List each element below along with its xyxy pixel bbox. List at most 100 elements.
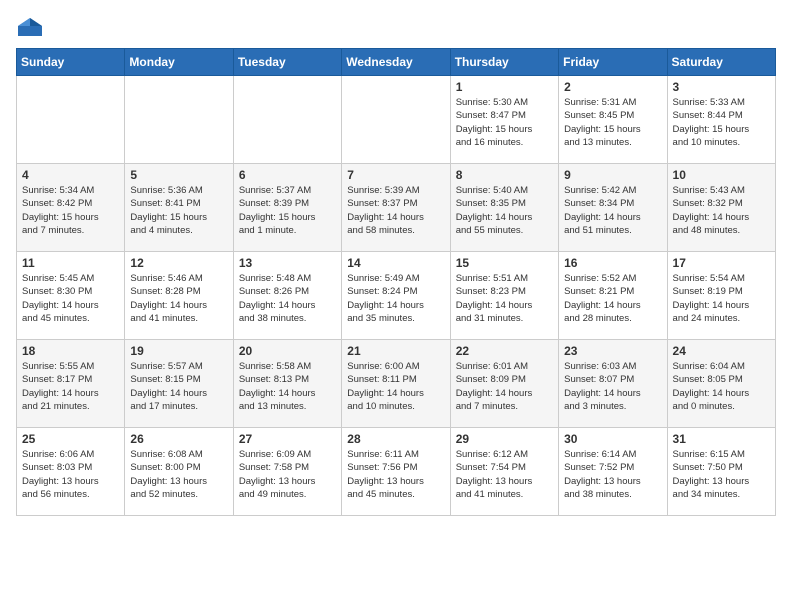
calendar-cell: 3 Sunrise: 5:33 AM Sunset: 8:44 PM Daylig…: [667, 76, 775, 164]
weekday-header-saturday: Saturday: [667, 49, 775, 76]
day-number: 7: [347, 168, 444, 182]
logo: [16, 16, 48, 38]
day-info: Sunrise: 6:12 AM Sunset: 7:54 PM Dayligh…: [456, 448, 553, 501]
day-number: 14: [347, 256, 444, 270]
day-info: Sunrise: 6:04 AM Sunset: 8:05 PM Dayligh…: [673, 360, 770, 413]
weekday-header-tuesday: Tuesday: [233, 49, 341, 76]
day-info: Sunrise: 5:55 AM Sunset: 8:17 PM Dayligh…: [22, 360, 119, 413]
day-info: Sunrise: 5:33 AM Sunset: 8:44 PM Dayligh…: [673, 96, 770, 149]
day-info: Sunrise: 5:34 AM Sunset: 8:42 PM Dayligh…: [22, 184, 119, 237]
day-number: 5: [130, 168, 227, 182]
calendar-cell: 19 Sunrise: 5:57 AM Sunset: 8:15 PM Dayli…: [125, 340, 233, 428]
day-info: Sunrise: 6:11 AM Sunset: 7:56 PM Dayligh…: [347, 448, 444, 501]
day-number: 28: [347, 432, 444, 446]
day-number: 24: [673, 344, 770, 358]
calendar-cell: 14 Sunrise: 5:49 AM Sunset: 8:24 PM Dayli…: [342, 252, 450, 340]
calendar-table: SundayMondayTuesdayWednesdayThursdayFrid…: [16, 48, 776, 516]
calendar-cell: 15Sunrise: 5:51 AM Sunset: 8:23 PM Dayli…: [450, 252, 558, 340]
calendar-cell: 24 Sunrise: 6:04 AM Sunset: 8:05 PM Dayli…: [667, 340, 775, 428]
day-info: Sunrise: 6:01 AM Sunset: 8:09 PM Dayligh…: [456, 360, 553, 413]
calendar-cell: 31Sunrise: 6:15 AM Sunset: 7:50 PM Dayli…: [667, 428, 775, 516]
day-info: Sunrise: 5:57 AM Sunset: 8:15 PM Dayligh…: [130, 360, 227, 413]
weekday-header-friday: Friday: [559, 49, 667, 76]
day-number: 26: [130, 432, 227, 446]
calendar-cell: 27 Sunrise: 6:09 AM Sunset: 7:58 PM Dayli…: [233, 428, 341, 516]
day-info: Sunrise: 5:54 AM Sunset: 8:19 PM Dayligh…: [673, 272, 770, 325]
day-number: 1: [456, 80, 553, 94]
weekday-header-wednesday: Wednesday: [342, 49, 450, 76]
day-number: 9: [564, 168, 661, 182]
day-info: Sunrise: 5:49 AM Sunset: 8:24 PM Dayligh…: [347, 272, 444, 325]
day-number: 23: [564, 344, 661, 358]
calendar-cell: 9Sunrise: 5:42 AM Sunset: 8:34 PM Daylig…: [559, 164, 667, 252]
weekday-header-thursday: Thursday: [450, 49, 558, 76]
calendar-cell: 25 Sunrise: 6:06 AM Sunset: 8:03 PM Dayli…: [17, 428, 125, 516]
day-info: Sunrise: 5:30 AM Sunset: 8:47 PM Dayligh…: [456, 96, 553, 149]
day-info: Sunrise: 6:14 AM Sunset: 7:52 PM Dayligh…: [564, 448, 661, 501]
day-info: Sunrise: 5:52 AM Sunset: 8:21 PM Dayligh…: [564, 272, 661, 325]
calendar-cell: 12Sunrise: 5:46 AM Sunset: 8:28 PM Dayli…: [125, 252, 233, 340]
calendar-cell: 28 Sunrise: 6:11 AM Sunset: 7:56 PM Dayli…: [342, 428, 450, 516]
calendar-cell: 29Sunrise: 6:12 AM Sunset: 7:54 PM Dayli…: [450, 428, 558, 516]
day-info: Sunrise: 5:46 AM Sunset: 8:28 PM Dayligh…: [130, 272, 227, 325]
day-info: Sunrise: 5:40 AM Sunset: 8:35 PM Dayligh…: [456, 184, 553, 237]
day-info: Sunrise: 5:45 AM Sunset: 8:30 PM Dayligh…: [22, 272, 119, 325]
day-info: Sunrise: 6:09 AM Sunset: 7:58 PM Dayligh…: [239, 448, 336, 501]
calendar-cell: 13 Sunrise: 5:48 AM Sunset: 8:26 PM Dayli…: [233, 252, 341, 340]
weekday-header-row: SundayMondayTuesdayWednesdayThursdayFrid…: [17, 49, 776, 76]
calendar-cell: 6 Sunrise: 5:37 AM Sunset: 8:39 PM Daylig…: [233, 164, 341, 252]
calendar-cell: 18 Sunrise: 5:55 AM Sunset: 8:17 PM Dayli…: [17, 340, 125, 428]
day-info: Sunrise: 5:37 AM Sunset: 8:39 PM Dayligh…: [239, 184, 336, 237]
day-number: 30: [564, 432, 661, 446]
calendar-cell: 22 Sunrise: 6:01 AM Sunset: 8:09 PM Dayli…: [450, 340, 558, 428]
day-info: Sunrise: 5:39 AM Sunset: 8:37 PM Dayligh…: [347, 184, 444, 237]
day-number: 3: [673, 80, 770, 94]
day-number: 20: [239, 344, 336, 358]
calendar-cell: 7 Sunrise: 5:39 AM Sunset: 8:37 PM Daylig…: [342, 164, 450, 252]
day-number: 16: [564, 256, 661, 270]
calendar-cell: [233, 76, 341, 164]
week-row-4: 18 Sunrise: 5:55 AM Sunset: 8:17 PM Dayli…: [17, 340, 776, 428]
calendar-cell: 2 Sunrise: 5:31 AM Sunset: 8:45 PM Daylig…: [559, 76, 667, 164]
day-number: 2: [564, 80, 661, 94]
day-info: Sunrise: 6:15 AM Sunset: 7:50 PM Dayligh…: [673, 448, 770, 501]
calendar-cell: 8 Sunrise: 5:40 AM Sunset: 8:35 PM Daylig…: [450, 164, 558, 252]
day-number: 10: [673, 168, 770, 182]
day-number: 15: [456, 256, 553, 270]
calendar-cell: 11 Sunrise: 5:45 AM Sunset: 8:30 PM Dayli…: [17, 252, 125, 340]
day-info: Sunrise: 5:36 AM Sunset: 8:41 PM Dayligh…: [130, 184, 227, 237]
day-number: 19: [130, 344, 227, 358]
day-number: 25: [22, 432, 119, 446]
weekday-header-sunday: Sunday: [17, 49, 125, 76]
week-row-2: 4 Sunrise: 5:34 AM Sunset: 8:42 PM Daylig…: [17, 164, 776, 252]
day-info: Sunrise: 5:31 AM Sunset: 8:45 PM Dayligh…: [564, 96, 661, 149]
day-number: 8: [456, 168, 553, 182]
calendar-cell: 16 Sunrise: 5:52 AM Sunset: 8:21 PM Dayli…: [559, 252, 667, 340]
calendar-cell: 26 Sunrise: 6:08 AM Sunset: 8:00 PM Dayli…: [125, 428, 233, 516]
day-number: 6: [239, 168, 336, 182]
day-number: 17: [673, 256, 770, 270]
day-number: 4: [22, 168, 119, 182]
day-number: 22: [456, 344, 553, 358]
calendar-cell: 20 Sunrise: 5:58 AM Sunset: 8:13 PM Dayli…: [233, 340, 341, 428]
week-row-3: 11 Sunrise: 5:45 AM Sunset: 8:30 PM Dayli…: [17, 252, 776, 340]
calendar-cell: 10Sunrise: 5:43 AM Sunset: 8:32 PM Dayli…: [667, 164, 775, 252]
calendar-cell: 30 Sunrise: 6:14 AM Sunset: 7:52 PM Dayli…: [559, 428, 667, 516]
day-info: Sunrise: 6:06 AM Sunset: 8:03 PM Dayligh…: [22, 448, 119, 501]
day-info: Sunrise: 6:08 AM Sunset: 8:00 PM Dayligh…: [130, 448, 227, 501]
calendar-cell: 23Sunrise: 6:03 AM Sunset: 8:07 PM Dayli…: [559, 340, 667, 428]
day-number: 11: [22, 256, 119, 270]
day-info: Sunrise: 5:58 AM Sunset: 8:13 PM Dayligh…: [239, 360, 336, 413]
calendar-cell: 1 Sunrise: 5:30 AM Sunset: 8:47 PM Daylig…: [450, 76, 558, 164]
week-row-1: 1 Sunrise: 5:30 AM Sunset: 8:47 PM Daylig…: [17, 76, 776, 164]
day-number: 27: [239, 432, 336, 446]
calendar-cell: [342, 76, 450, 164]
day-number: 21: [347, 344, 444, 358]
week-row-5: 25 Sunrise: 6:06 AM Sunset: 8:03 PM Dayli…: [17, 428, 776, 516]
logo-icon: [16, 16, 44, 38]
day-number: 13: [239, 256, 336, 270]
calendar-cell: 4 Sunrise: 5:34 AM Sunset: 8:42 PM Daylig…: [17, 164, 125, 252]
day-info: Sunrise: 6:00 AM Sunset: 8:11 PM Dayligh…: [347, 360, 444, 413]
day-info: Sunrise: 5:48 AM Sunset: 8:26 PM Dayligh…: [239, 272, 336, 325]
day-number: 18: [22, 344, 119, 358]
